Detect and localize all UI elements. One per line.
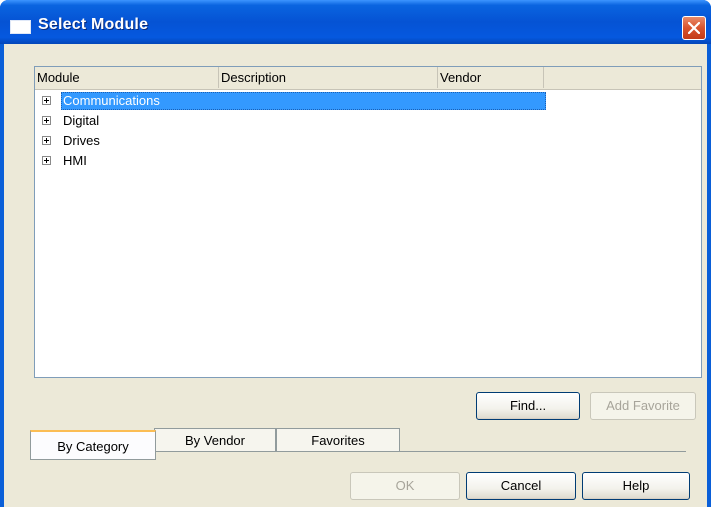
- list-item[interactable]: Drives: [35, 131, 701, 151]
- close-button[interactable]: [682, 16, 706, 40]
- column-header-module[interactable]: Module: [35, 67, 219, 88]
- tab-favorites[interactable]: Favorites: [276, 428, 400, 452]
- select-module-dialog: Select Module Module Description Vendor …: [0, 0, 711, 507]
- expand-icon[interactable]: [42, 156, 51, 165]
- dialog-title: Select Module: [38, 16, 149, 33]
- tab-by-category[interactable]: By Category: [30, 430, 156, 460]
- expand-icon[interactable]: [42, 96, 51, 105]
- list-item[interactable]: Digital: [35, 111, 701, 131]
- expand-icon[interactable]: [42, 116, 51, 125]
- ok-button[interactable]: OK: [350, 472, 460, 500]
- add-favorite-button[interactable]: Add Favorite: [590, 392, 696, 420]
- tab-baseline: [380, 451, 686, 452]
- column-header-vendor[interactable]: Vendor: [438, 67, 544, 88]
- list-header: Module Description Vendor: [35, 67, 701, 90]
- module-list[interactable]: Module Description Vendor Communications…: [34, 66, 702, 378]
- expand-icon[interactable]: [42, 136, 51, 145]
- close-icon: [688, 22, 700, 34]
- cancel-button[interactable]: Cancel: [466, 472, 576, 500]
- list-item[interactable]: HMI: [35, 151, 701, 171]
- list-item-label: Drives: [63, 133, 100, 148]
- list-item[interactable]: Communications: [35, 91, 701, 111]
- column-header-description[interactable]: Description: [219, 67, 438, 88]
- title-bar[interactable]: Select Module: [0, 0, 711, 44]
- list-item-label: Communications: [63, 93, 160, 108]
- help-button[interactable]: Help: [582, 472, 690, 500]
- tab-by-vendor[interactable]: By Vendor: [154, 428, 276, 452]
- list-item-label: HMI: [63, 153, 87, 168]
- list-item-label: Digital: [63, 113, 100, 128]
- dialog-body: Module Description Vendor Communications…: [4, 44, 707, 507]
- find-button[interactable]: Find...: [476, 392, 580, 420]
- window-icon: [10, 20, 31, 34]
- column-header-filler: [544, 67, 701, 88]
